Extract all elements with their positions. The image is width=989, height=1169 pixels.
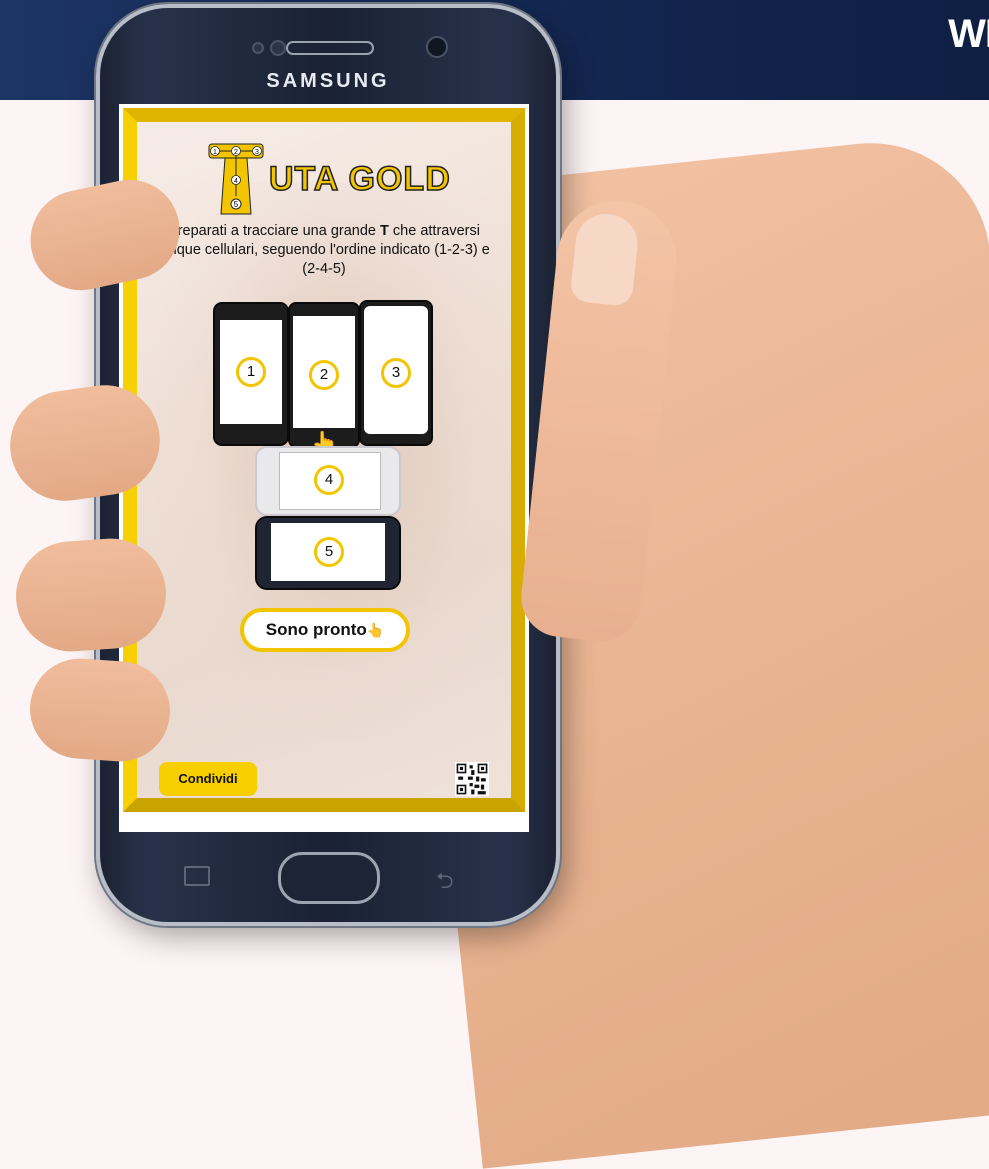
- instructions-part: Preparati a tracciare una grande: [168, 223, 381, 239]
- phone-number-badge: 5: [314, 537, 344, 567]
- pointing-hand-icon: 👆: [366, 622, 385, 638]
- logo-step-label: 4: [234, 178, 238, 185]
- instructions-text: Preparati a tracciare una grande T che a…: [157, 222, 491, 279]
- instructions-bold-letter: T: [380, 223, 389, 239]
- ready-button[interactable]: Sono pronto👆: [240, 608, 410, 652]
- share-button[interactable]: Condividi: [159, 762, 257, 796]
- phone-number-badge: 3: [381, 358, 411, 388]
- finger: [26, 655, 174, 765]
- phone-slot-4: 4: [255, 446, 401, 516]
- phone-screen: 1 2 3 4 5 UTA GOLD Preparati a tracciare…: [119, 104, 529, 832]
- phone-number-badge: 1: [236, 357, 266, 387]
- phone-slot-5: 5: [255, 516, 401, 590]
- brand-logo-text: WI: [948, 12, 989, 56]
- back-icon[interactable]: ⮌: [436, 864, 454, 902]
- qr-code-icon[interactable]: [455, 762, 489, 796]
- sensor-dot-icon: [252, 42, 264, 54]
- app-frame: 1 2 3 4 5 UTA GOLD Preparati a tracciare…: [123, 108, 525, 812]
- app-title: UTA GOLD: [268, 159, 451, 199]
- samsung-phone: SAMSUNG 1 2 3 4 5 UTA GOLD Preparati a t…: [96, 4, 560, 926]
- ready-button-label: Sono pronto: [265, 620, 367, 639]
- front-camera-icon: [426, 36, 448, 58]
- manufacturer-logo: SAMSUNG: [266, 70, 390, 92]
- phone-slot-1: 1: [213, 302, 289, 446]
- phone-slot-3: 3: [359, 300, 433, 446]
- t-path-logo-icon: 1 2 3 4 5: [208, 143, 264, 215]
- phone-number-badge: 4: [314, 465, 344, 495]
- home-button[interactable]: [278, 852, 380, 904]
- sensor-dot-icon: [270, 40, 286, 56]
- logo-step-label: 5: [234, 200, 239, 209]
- phone-number-badge: 2: [309, 360, 339, 390]
- earpiece-speaker: [286, 41, 374, 55]
- logo-step-label: 3: [255, 149, 259, 156]
- logo-step-label: 2: [234, 149, 238, 156]
- recent-apps-icon[interactable]: [184, 866, 210, 886]
- phone-slot-2: 2: [288, 302, 360, 448]
- logo-step-label: 1: [213, 149, 217, 156]
